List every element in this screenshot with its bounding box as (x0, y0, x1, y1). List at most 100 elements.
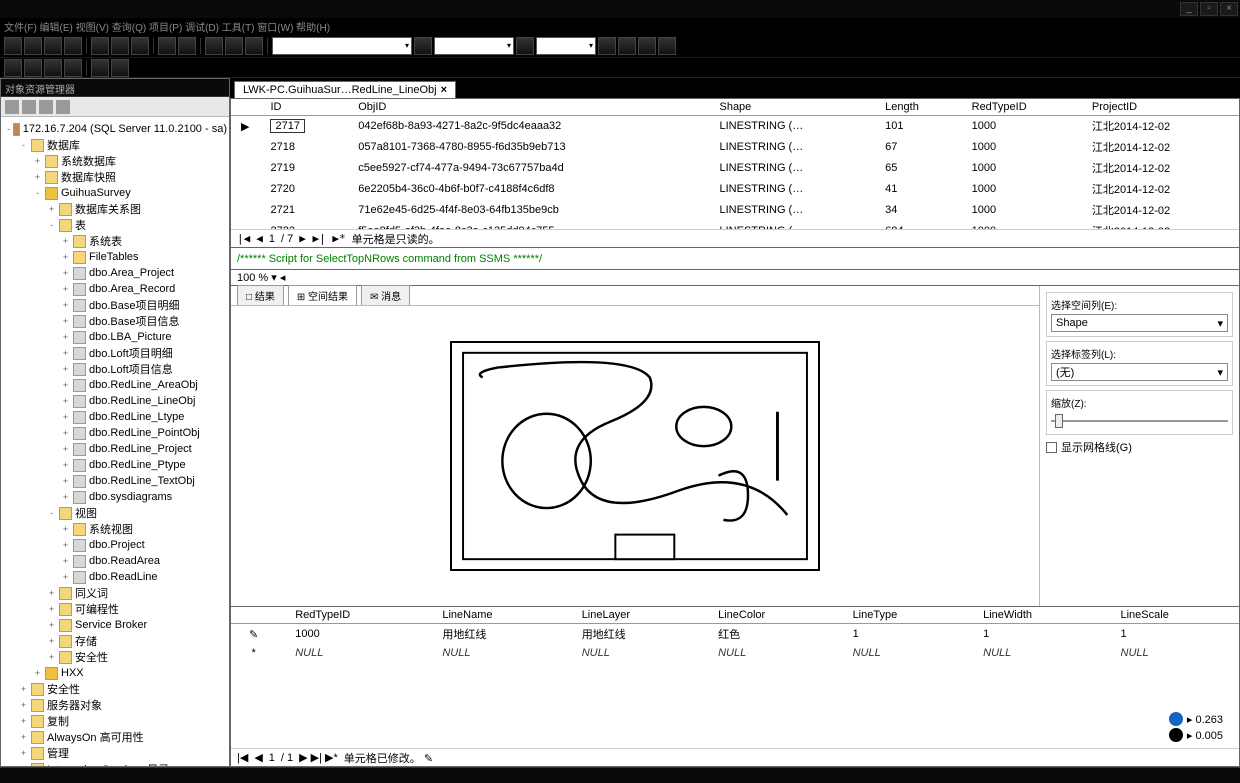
explorer-tree[interactable]: - 172.16.7.204 (SQL Server 11.0.2100 - s… (1, 117, 229, 766)
tree-twisty-icon[interactable]: + (19, 700, 28, 710)
close-button[interactable]: × (1220, 2, 1238, 16)
cell[interactable]: 71e62e45-6d25-4f4f-8e03-64fb135be9cb (348, 200, 709, 221)
tree-twisty-icon[interactable]: + (61, 476, 70, 486)
tab-results[interactable]: □ 结果 (237, 285, 284, 305)
tb-new-icon[interactable] (4, 37, 22, 55)
tree-twisty-icon[interactable]: + (61, 524, 70, 534)
tree-node[interactable]: -视图 (3, 505, 227, 521)
cell[interactable]: NULL (965, 645, 1102, 662)
table-row[interactable]: ▶2717042ef68b-8a93-4271-8a2c-9f5dc4eaaa3… (231, 116, 1239, 137)
tree-twisty-icon[interactable]: + (47, 588, 56, 598)
tree-twisty-icon[interactable]: + (47, 204, 56, 214)
tab-spatial-results[interactable]: ⊞ 空间结果 (288, 285, 357, 305)
tree-twisty-icon[interactable]: + (19, 716, 28, 726)
cell[interactable]: 江北2014-12-02 (1081, 179, 1238, 200)
tree-node[interactable]: +安全性 (3, 649, 227, 665)
cell[interactable]: 2720 (260, 179, 348, 200)
sp-grid-check[interactable]: 显示网格线(G) (1046, 439, 1233, 455)
tb-opt4-icon[interactable] (658, 37, 676, 55)
cell[interactable]: NULL (424, 645, 563, 662)
tree-twisty-icon[interactable]: - (33, 188, 42, 198)
tb-cut-icon[interactable] (91, 37, 109, 55)
table-row[interactable]: 272171e62e45-6d25-4f4f-8e03-64fb135be9cb… (231, 200, 1239, 221)
cell[interactable]: NULL (1102, 645, 1239, 662)
tree-twisty-icon[interactable]: + (61, 268, 70, 278)
tree-node[interactable]: +系统表 (3, 233, 227, 249)
pager-prev-icon[interactable]: ◀ (254, 751, 262, 764)
table-row[interactable]: *NULLNULLNULLNULLNULLNULLNULL (231, 645, 1239, 662)
tb-combo-2[interactable]: ▾ (434, 37, 514, 55)
tb-opt2-icon[interactable] (618, 37, 636, 55)
cell[interactable]: 1 (1102, 624, 1239, 645)
pager-first-icon[interactable]: |◀ (237, 751, 248, 764)
col-header[interactable]: LineColor (700, 607, 834, 624)
tb-opt3-icon[interactable] (638, 37, 656, 55)
cell[interactable]: 042ef68b-8a93-4271-8a2c-9f5dc4eaaa32 (348, 116, 709, 137)
tree-twisty-icon[interactable]: + (19, 684, 28, 694)
document-tab[interactable]: LWK-PC.GuihuaSur…RedLine_LineObj × (234, 81, 456, 98)
explorer-disconnect-icon[interactable] (22, 100, 36, 114)
tree-twisty-icon[interactable]: + (61, 412, 70, 422)
cell[interactable]: 红色 (700, 624, 834, 645)
tb2-btn-icon[interactable] (91, 59, 109, 77)
tree-twisty-icon[interactable]: + (61, 348, 70, 358)
cell[interactable]: 684 (875, 221, 961, 230)
tree-twisty-icon[interactable]: + (47, 652, 56, 662)
tree-node[interactable]: +dbo.Project (3, 537, 227, 553)
top-grid[interactable]: IDObjIDShapeLengthRedTypeIDProjectID ▶27… (231, 99, 1239, 229)
tree-node[interactable]: +Integration Services 目录 (3, 761, 227, 766)
tb-parse-icon[interactable] (245, 37, 263, 55)
cell[interactable]: 2718 (260, 137, 348, 158)
tree-twisty-icon[interactable]: + (61, 364, 70, 374)
cell[interactable]: 用地红线 (563, 624, 699, 645)
zoom-value[interactable]: 100 % ▾ ◂ (237, 271, 285, 284)
tree-node[interactable]: +dbo.RedLine_Ltype (3, 409, 227, 425)
checkbox-icon[interactable] (1046, 442, 1057, 453)
tree-node[interactable]: +数据库快照 (3, 169, 227, 185)
tree-node[interactable]: +dbo.RedLine_Project (3, 441, 227, 457)
cell[interactable]: 2719 (260, 158, 348, 179)
tb-redo-icon[interactable] (178, 37, 196, 55)
tree-twisty-icon[interactable]: + (61, 492, 70, 502)
tree-twisty-icon[interactable]: + (47, 620, 56, 630)
tree-node[interactable]: +dbo.Area_Project (3, 265, 227, 281)
col-header[interactable]: LineScale (1102, 607, 1239, 624)
tree-server[interactable]: - 172.16.7.204 (SQL Server 11.0.2100 - s… (3, 121, 227, 137)
tree-twisty-icon[interactable]: + (61, 572, 70, 582)
tb-exec-icon[interactable] (205, 37, 223, 55)
menubar[interactable]: 文件(F) 编辑(E) 视图(V) 查询(Q) 项目(P) 调试(D) 工具(T… (0, 18, 1240, 34)
cell[interactable]: 65 (875, 158, 961, 179)
tree-twisty-icon[interactable]: + (61, 444, 70, 454)
tree-twisty-icon[interactable]: + (61, 332, 70, 342)
tree-node[interactable]: +dbo.RedLine_PointObj (3, 425, 227, 441)
tree-twisty-icon[interactable]: + (61, 380, 70, 390)
cell[interactable]: 2722 (260, 221, 348, 230)
cell[interactable]: f5ea8fd5-af3b-4fae-8c3a-c135dd94c755 (348, 221, 709, 230)
tree-twisty-icon[interactable]: + (19, 732, 28, 742)
tree-node[interactable]: +dbo.Loft项目信息 (3, 361, 227, 377)
pager-first-icon[interactable]: |◀ (237, 232, 250, 245)
cell[interactable]: 1000 (277, 624, 424, 645)
spatial-canvas[interactable] (450, 341, 820, 571)
tree-node[interactable]: +AlwaysOn 高可用性 (3, 729, 227, 745)
tb-grid-icon[interactable] (414, 37, 432, 55)
tree-twisty-icon[interactable]: + (61, 300, 70, 310)
tree-node[interactable]: +dbo.Loft项目明细 (3, 345, 227, 361)
slider-thumb-icon[interactable] (1055, 414, 1063, 428)
cell[interactable]: 江北2014-12-02 (1081, 158, 1238, 179)
tree-twisty-icon[interactable]: + (47, 636, 56, 646)
explorer-filter-icon[interactable] (56, 100, 70, 114)
tree-twisty-icon[interactable]: + (61, 396, 70, 406)
cell[interactable]: LINESTRING (… (709, 137, 875, 158)
tree-twisty-icon[interactable]: + (61, 460, 70, 470)
tree-twisty-icon[interactable]: - (47, 508, 56, 518)
table-row[interactable]: 27206e2205b4-36c0-4b6f-b0f7-c4188f4c6df8… (231, 179, 1239, 200)
tree-node[interactable]: -数据库 (3, 137, 227, 153)
tree-node[interactable]: +dbo.RedLine_TextObj (3, 473, 227, 489)
tree-node[interactable]: +Service Broker (3, 617, 227, 633)
tb-open-icon[interactable] (24, 37, 42, 55)
tree-node[interactable]: +dbo.sysdiagrams (3, 489, 227, 505)
cell[interactable]: 67 (875, 137, 961, 158)
cell[interactable]: LINESTRING (… (709, 200, 875, 221)
tb-paste-icon[interactable] (131, 37, 149, 55)
